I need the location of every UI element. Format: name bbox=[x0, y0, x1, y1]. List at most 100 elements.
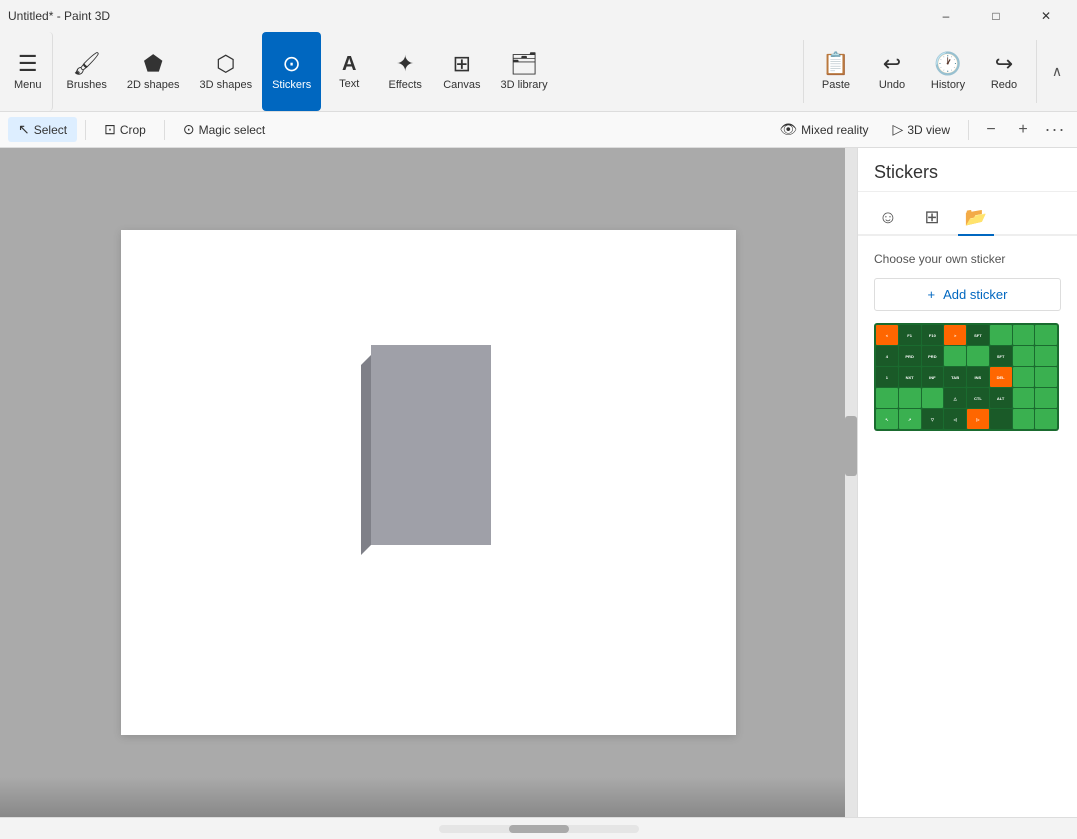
key-cell: ALT bbox=[990, 388, 1012, 408]
toolbar-2d-shapes[interactable]: ⬟ 2D shapes bbox=[117, 32, 190, 111]
toolbar-text[interactable]: A Text bbox=[321, 32, 377, 111]
sub-tool-crop[interactable]: ⊡ Crop bbox=[94, 117, 156, 142]
status-bar bbox=[0, 817, 1077, 839]
key-cell: △ bbox=[944, 388, 966, 408]
shape-front-face bbox=[371, 345, 491, 545]
minimize-button[interactable]: – bbox=[923, 0, 969, 32]
sub-tool-select[interactable]: ↖ Select bbox=[8, 117, 77, 142]
key-cell: 1 bbox=[876, 367, 898, 387]
sub-3d-view[interactable]: ▷ 3D view bbox=[883, 117, 960, 142]
panel-tabs: ☺ ⊞ 📂 bbox=[858, 192, 1077, 236]
3dlibrary-icon: 🗂 bbox=[510, 53, 538, 75]
toolbar-history[interactable]: 🕐 History bbox=[920, 32, 976, 111]
key-cell: SFT bbox=[990, 346, 1012, 366]
add-icon: + bbox=[928, 287, 936, 302]
key-cell: INF bbox=[922, 367, 944, 387]
sub-tool-magic-select[interactable]: ⊙ Magic select bbox=[173, 117, 275, 142]
3d-shapes-icon: ⬡ bbox=[216, 53, 235, 75]
panel-content: Choose your own sticker + Add sticker <F… bbox=[858, 236, 1077, 817]
right-panel: Stickers ☺ ⊞ 📂 Choose your own sticker +… bbox=[857, 148, 1077, 817]
add-label: Add sticker bbox=[943, 287, 1007, 302]
key-cell: INS bbox=[967, 367, 989, 387]
toolbar-sep-2 bbox=[1036, 40, 1037, 103]
sub-toolbar-right: 👁 Mixed reality ▷ 3D view − + ··· bbox=[769, 116, 1069, 144]
toolbar-brushes[interactable]: 🖌 Brushes bbox=[57, 32, 117, 111]
toolbar-undo[interactable]: ↩ Undo bbox=[864, 32, 920, 111]
3dlibrary-label: 3D library bbox=[501, 79, 548, 91]
menu-button[interactable]: ☰ Menu bbox=[4, 32, 53, 111]
key-cell bbox=[990, 325, 1012, 345]
more-options-button[interactable]: ··· bbox=[1041, 116, 1069, 144]
panel-tab-stickers2[interactable]: ⊞ bbox=[914, 200, 950, 236]
toolbar-3dlibrary[interactable]: 🗂 3D library bbox=[491, 32, 558, 111]
h-scrollbar-track[interactable] bbox=[439, 825, 639, 833]
canvas-icon: ⊞ bbox=[453, 53, 471, 75]
key-cell bbox=[1013, 346, 1035, 366]
add-sticker-button[interactable]: + Add sticker bbox=[874, 278, 1061, 311]
select-label: Select bbox=[34, 123, 67, 137]
redo-icon: ↪ bbox=[995, 53, 1013, 75]
key-cell: NXT bbox=[899, 367, 921, 387]
key-cell: ↖ bbox=[876, 409, 898, 429]
key-cell: < bbox=[876, 325, 898, 345]
panel-tab-custom[interactable]: 📂 bbox=[958, 200, 994, 236]
h-scrollbar-thumb[interactable] bbox=[509, 825, 569, 833]
horizontal-scrollbar[interactable] bbox=[8, 825, 1069, 833]
toolbar-stickers[interactable]: ⊙ Stickers bbox=[262, 32, 321, 111]
toolbar-3d-shapes[interactable]: ⬡ 3D shapes bbox=[189, 32, 262, 111]
effects-icon: ✦ bbox=[396, 53, 414, 75]
key-cell: TAB bbox=[944, 367, 966, 387]
vertical-scrollbar[interactable] bbox=[845, 148, 857, 817]
key-cell: DEL bbox=[990, 367, 1012, 387]
panel-tab-emoji[interactable]: ☺ bbox=[870, 200, 906, 236]
select-icon: ↖ bbox=[18, 121, 30, 138]
3d-view-label: 3D view bbox=[907, 123, 950, 137]
zoom-in-button[interactable]: + bbox=[1009, 116, 1037, 144]
title-bar: Untitled* - Paint 3D – □ ✕ bbox=[0, 0, 1077, 32]
vertical-scrollbar-thumb[interactable] bbox=[845, 416, 857, 476]
toolbar-sep-1 bbox=[803, 40, 804, 103]
stickers-label: Stickers bbox=[272, 79, 311, 91]
key-cell: PRD bbox=[899, 346, 921, 366]
key-cell: F1 bbox=[899, 325, 921, 345]
key-cell bbox=[944, 346, 966, 366]
text-label: Text bbox=[339, 78, 359, 90]
panel-title: Stickers bbox=[858, 148, 1077, 192]
drawing-canvas[interactable] bbox=[121, 230, 736, 735]
key-cell: ▷ bbox=[967, 409, 989, 429]
text-icon: A bbox=[342, 54, 356, 74]
redo-label: Redo bbox=[991, 79, 1017, 91]
key-cell bbox=[1035, 388, 1057, 408]
maximize-button[interactable]: □ bbox=[973, 0, 1019, 32]
sub-sep-3 bbox=[968, 120, 969, 140]
sub-mixed-reality[interactable]: 👁 Mixed reality bbox=[769, 117, 878, 142]
toolbar-paste[interactable]: 📋 Paste bbox=[808, 32, 864, 111]
zoom-out-button[interactable]: − bbox=[977, 116, 1005, 144]
canvas-area[interactable] bbox=[0, 148, 857, 817]
key-cell bbox=[899, 388, 921, 408]
toolbar-canvas[interactable]: ⊞ Canvas bbox=[433, 32, 490, 111]
canvas-label: Canvas bbox=[443, 79, 480, 91]
toolbar-effects[interactable]: ✦ Effects bbox=[377, 32, 433, 111]
sub-sep-2 bbox=[164, 120, 165, 140]
key-cell bbox=[1013, 388, 1035, 408]
stickers-icon: ⊙ bbox=[282, 53, 300, 75]
collapse-button[interactable]: ∧ bbox=[1041, 32, 1073, 111]
magic-select-label: Magic select bbox=[199, 123, 266, 137]
key-cell bbox=[1035, 346, 1057, 366]
toolbar-redo[interactable]: ↪ Redo bbox=[976, 32, 1032, 111]
history-label: History bbox=[931, 79, 965, 91]
key-cell bbox=[1013, 325, 1035, 345]
history-icon: 🕐 bbox=[934, 53, 961, 75]
app-title: Untitled* - Paint 3D bbox=[8, 9, 110, 23]
paste-label: Paste bbox=[822, 79, 850, 91]
key-cell bbox=[1035, 409, 1057, 429]
effects-label: Effects bbox=[388, 79, 421, 91]
close-button[interactable]: ✕ bbox=[1023, 0, 1069, 32]
2d-shapes-icon: ⬟ bbox=[144, 53, 163, 75]
window-controls: – □ ✕ bbox=[923, 0, 1069, 32]
sticker-image: <F1F10>SFT4PRDPRDSFT1NXTINFTABINSDEL△CTL… bbox=[874, 323, 1059, 431]
sticker-preview[interactable]: <F1F10>SFT4PRDPRDSFT1NXTINFTABINSDEL△CTL… bbox=[874, 323, 1059, 431]
crop-label: Crop bbox=[120, 123, 146, 137]
key-cell bbox=[967, 346, 989, 366]
